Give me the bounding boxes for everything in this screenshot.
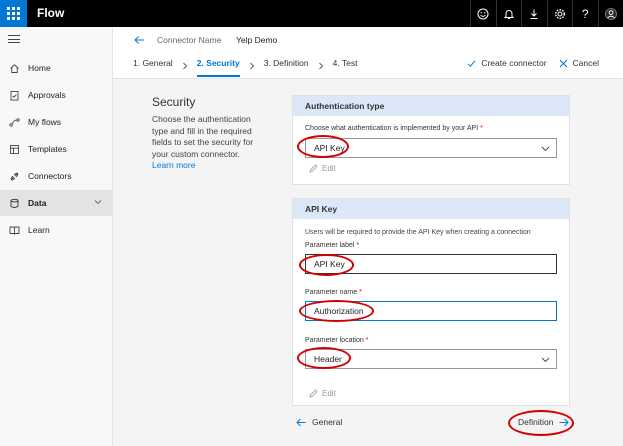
tab-security[interactable]: 2. Security [196, 58, 240, 77]
sidebar-item-learn[interactable]: Learn [0, 217, 112, 243]
card-header: Authentication type [293, 96, 569, 116]
learn-more-link[interactable]: Learn more [152, 160, 195, 170]
parameter-label-input[interactable]: API Key [305, 254, 557, 274]
sidebar-item-templates[interactable]: Templates [0, 136, 112, 162]
download-icon[interactable] [521, 0, 547, 27]
section-title: Security [152, 95, 196, 109]
parameter-name-label: Parameter name * [305, 289, 362, 296]
tab-general[interactable]: 1. General [133, 58, 173, 73]
top-bar: Flow ? [0, 0, 623, 27]
sidebar-item-label: Data [28, 198, 47, 208]
connectors-icon [0, 171, 28, 182]
app-title[interactable]: Flow [37, 6, 64, 20]
back-arrow-icon[interactable] [133, 34, 145, 46]
sidebar-item-data[interactable]: Data [0, 190, 112, 216]
api-key-card: API Key Users will be required to provid… [292, 198, 570, 406]
gear-icon[interactable] [546, 0, 573, 27]
parameter-location-label: Parameter location * [305, 337, 369, 344]
tab-test[interactable]: 4. Test [333, 58, 358, 73]
bell-icon[interactable] [495, 0, 522, 27]
auth-edit-button[interactable]: Edit [309, 164, 336, 173]
checkmark-icon [467, 59, 476, 67]
smiley-icon[interactable] [470, 0, 496, 27]
chevron-right-icon [318, 62, 324, 70]
sidebar-item-connectors[interactable]: Connectors [0, 163, 112, 189]
chevron-down-icon [541, 146, 550, 152]
sidebar-item-label: Templates [28, 144, 67, 154]
sidebar-item-home[interactable]: Home [0, 55, 112, 81]
home-icon [0, 63, 28, 74]
close-icon [559, 59, 567, 67]
sidebar-item-label: Connectors [28, 171, 72, 181]
cancel-label: Cancel [572, 58, 599, 68]
sidebar-item-label: Approvals [28, 90, 66, 100]
parameter-label-label: Parameter label * [305, 242, 360, 249]
chevron-down-icon[interactable] [94, 198, 102, 206]
api-key-note: Users will be required to provide the AP… [305, 229, 531, 236]
connector-name-value[interactable]: Yelp Demo [236, 35, 277, 45]
waffle-icon [7, 7, 20, 20]
sidebar-item-label: Home [28, 63, 51, 73]
authentication-type-card: Authentication type Choose what authenti… [292, 95, 570, 185]
flows-icon [0, 117, 28, 128]
sidebar: Home Approvals My flows Templates Connec… [0, 27, 113, 446]
section-description-text: Choose the authentication type and fill … [152, 114, 254, 159]
sidebar-item-label: My flows [28, 117, 62, 127]
auth-type-value: API Key [314, 143, 345, 153]
sidebar-item-my-flows[interactable]: My flows [0, 109, 112, 135]
cancel-button[interactable]: Cancel [559, 58, 599, 68]
parameter-name-input[interactable]: Authorization [305, 301, 557, 321]
help-icon[interactable]: ? [572, 0, 598, 27]
arrow-left-icon [296, 418, 306, 426]
tab-definition[interactable]: 3. Definition [264, 58, 309, 73]
wizard-steps: 1. General 2. Security 3. Definition 4. … [133, 58, 358, 77]
connector-header: Connector Name Yelp Demo 1. General 2. S… [113, 27, 623, 79]
parameter-location-select[interactable]: Header [305, 349, 557, 369]
chevron-right-icon [249, 62, 255, 70]
approvals-icon [0, 90, 28, 101]
next-definition-button[interactable]: Definition [518, 417, 570, 427]
auth-type-label: Choose what authentication is implemente… [305, 125, 483, 132]
templates-icon [0, 144, 28, 155]
learn-icon [0, 225, 28, 236]
create-connector-label: Create connector [481, 58, 547, 68]
card-header: API Key [293, 199, 569, 219]
sidebar-item-label: Learn [28, 225, 50, 235]
hamburger-icon[interactable] [8, 35, 20, 46]
chevron-right-icon [182, 62, 188, 70]
create-connector-button[interactable]: Create connector [467, 58, 547, 68]
pencil-icon [309, 164, 318, 173]
chevron-down-icon [541, 357, 550, 363]
connector-name-label: Connector Name [157, 35, 222, 45]
data-icon [0, 198, 28, 209]
app-launcher-button[interactable] [0, 0, 27, 27]
pencil-icon [309, 389, 318, 398]
api-key-edit-button[interactable]: Edit [309, 389, 336, 398]
section-description: Choose the authentication type and fill … [152, 114, 262, 172]
previous-general-button[interactable]: General [296, 417, 342, 427]
auth-type-select[interactable]: API Key [305, 138, 557, 158]
arrow-right-icon [559, 418, 570, 426]
sidebar-item-approvals[interactable]: Approvals [0, 82, 112, 108]
avatar-icon[interactable] [597, 0, 623, 27]
